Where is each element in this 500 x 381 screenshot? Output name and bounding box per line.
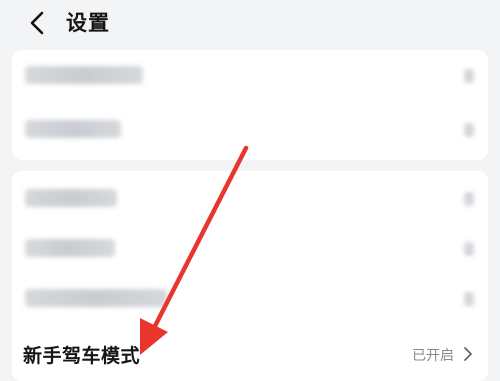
- list-item[interactable]: [12, 275, 488, 327]
- blurred-label: [25, 189, 117, 207]
- chevron-left-icon: [30, 11, 44, 35]
- status-text: 已开启: [412, 348, 454, 364]
- blurred-label: [25, 66, 143, 84]
- page-title: 设置: [66, 11, 110, 35]
- list-item[interactable]: [12, 52, 488, 104]
- header-bar: 设置: [0, 0, 500, 46]
- chevron-right-icon: [464, 347, 472, 361]
- blurred-label: [25, 239, 115, 257]
- settings-group-1: [12, 50, 488, 160]
- list-item[interactable]: [12, 175, 488, 227]
- chevron-right-icon: [464, 192, 474, 206]
- chevron-right-icon: [464, 69, 474, 83]
- settings-group-2: 新手驾车模式 已开启: [12, 171, 488, 381]
- chevron-right-icon: [464, 242, 474, 256]
- novice-driving-mode-label: 新手驾车模式: [23, 345, 141, 367]
- back-button[interactable]: [26, 8, 48, 38]
- chevron-right-icon: [464, 123, 474, 137]
- list-item[interactable]: [12, 106, 488, 158]
- novice-driving-mode-row[interactable]: 新手驾车模式 已开启: [12, 329, 488, 381]
- list-item[interactable]: [12, 225, 488, 277]
- blurred-label: [25, 120, 121, 138]
- blurred-label: [25, 289, 167, 307]
- chevron-right-icon: [464, 292, 474, 306]
